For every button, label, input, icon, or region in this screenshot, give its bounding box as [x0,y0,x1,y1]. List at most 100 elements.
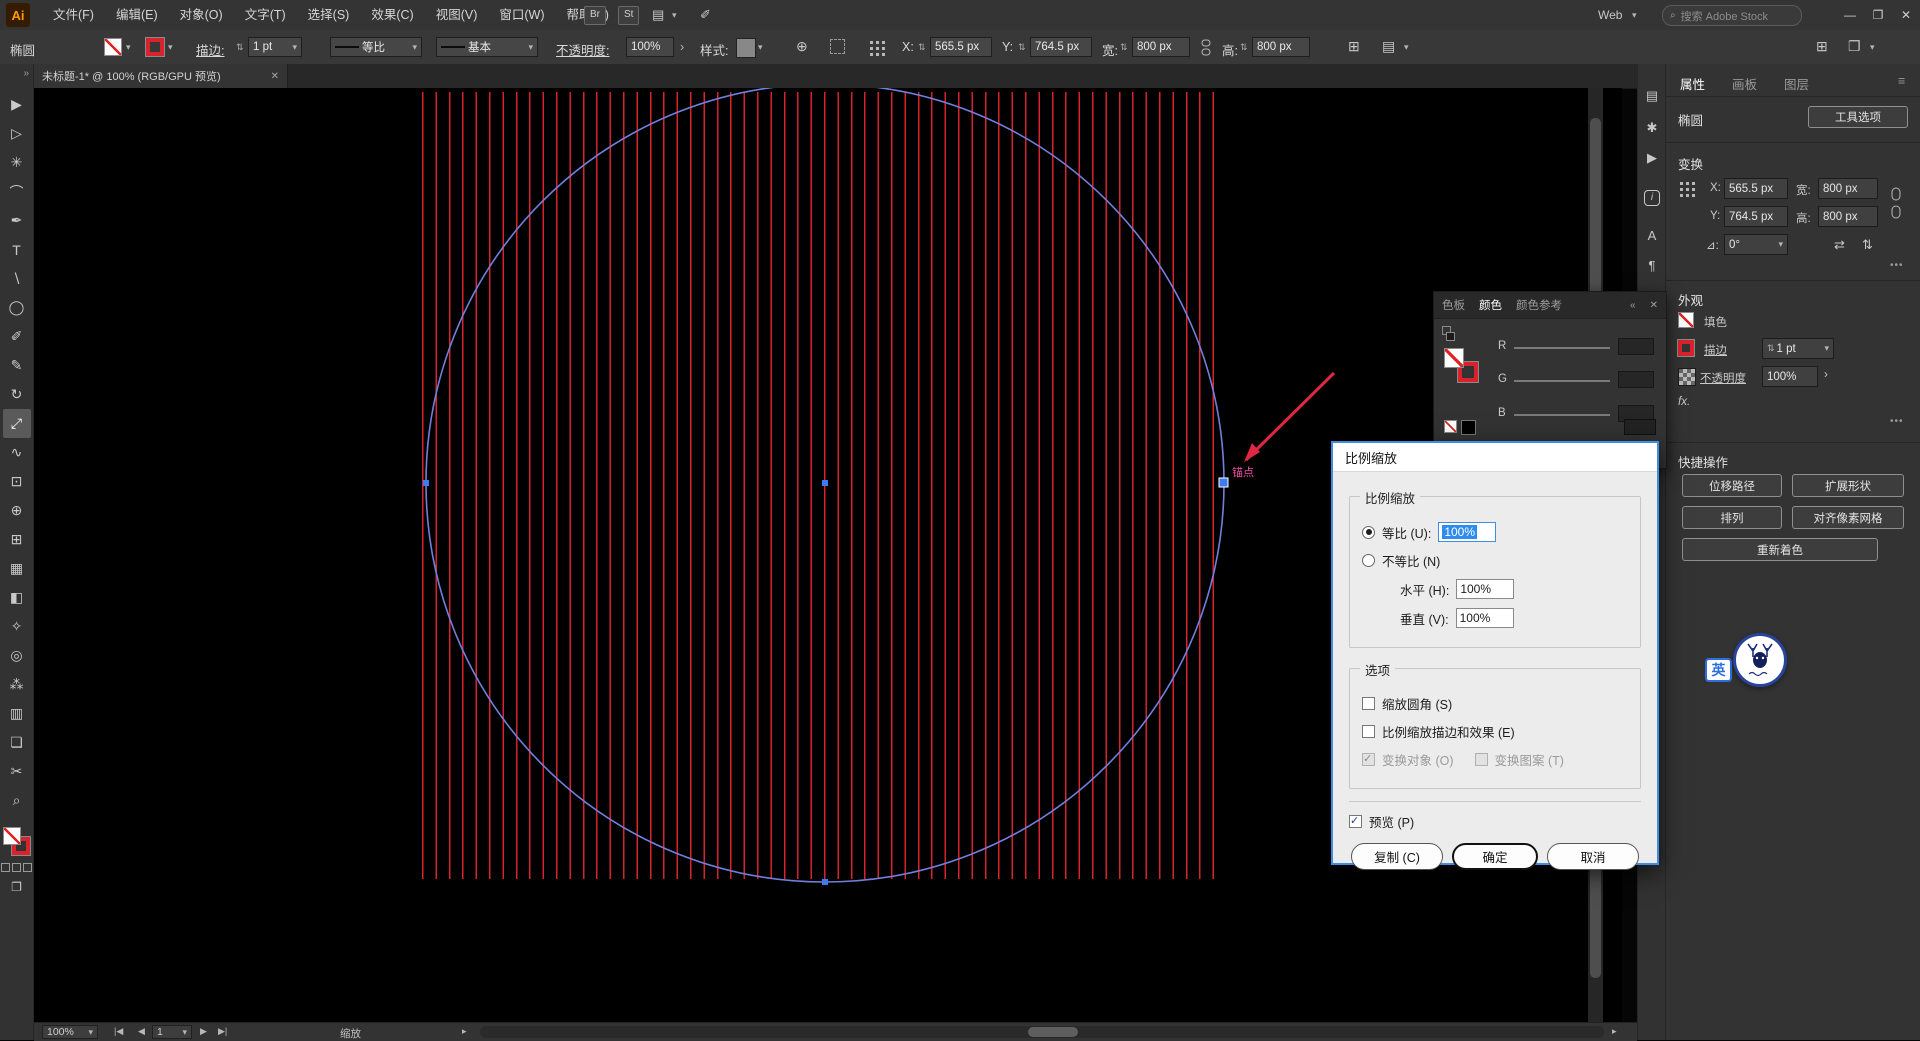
tab-color-guide[interactable]: 颜色参考 [1516,297,1562,313]
menu-window[interactable]: 窗口(W) [488,0,555,30]
opacity-field[interactable]: 100% [626,37,674,57]
line-segment-tool[interactable]: ∖ [3,264,31,293]
workspace-switcher[interactable]: Web [1598,0,1622,30]
direct-selection-tool[interactable]: ▷ [3,119,31,148]
menu-effect[interactable]: 效果(C) [360,0,424,30]
anchor-point-left[interactable] [423,480,429,486]
width-stepper-icon[interactable]: ⇅ [1120,42,1127,53]
tab-layers[interactable]: 图层 [1784,74,1809,93]
y-stepper-icon[interactable]: ⇅ [1018,42,1025,53]
panel-icon-gear[interactable]: ✱ [1638,120,1666,136]
fill-stroke-indicator[interactable] [2,825,32,857]
tab-color[interactable]: 颜色 [1479,297,1502,313]
menu-file[interactable]: 文件(F) [42,0,105,30]
flip-horizontal-icon[interactable]: ⇄ [1834,237,1845,253]
horizontal-scrollbar-thumb[interactable] [1028,1027,1078,1037]
preview-checkbox[interactable] [1349,815,1362,828]
arrange-documents-icon[interactable]: ▤ [652,0,664,30]
workspace-layout-icon[interactable]: ❐ [1848,38,1861,55]
transform-menu-caret-icon[interactable]: ▾ [1404,42,1409,53]
first-artboard-icon[interactable]: |◀ [114,1026,123,1037]
arrange-windows-icon[interactable]: ⊞ [1816,38,1828,55]
drawing-modes[interactable] [1,863,32,872]
ellipse-tool[interactable]: ◯ [3,293,31,322]
panel-close-icon[interactable]: ✕ [1650,300,1658,311]
copy-button[interactable]: 复制 (C) [1351,843,1443,870]
screen-mode-icon[interactable]: ❐ [11,880,22,894]
prop-x-field[interactable]: 565.5 px [1724,178,1788,199]
ok-button[interactable]: 确定 [1452,843,1538,870]
stock-search-input[interactable]: ⌕ 搜索 Adobe Stock [1662,5,1802,26]
tab-swatches[interactable]: 色板 [1442,297,1465,313]
scale-corners-checkbox[interactable] [1362,697,1375,710]
free-transform-tool[interactable]: ⊡ [3,467,31,496]
maximize-button[interactable]: ❐ [1864,0,1892,30]
stroke-weight-label[interactable]: 描边: [196,40,224,59]
menu-select[interactable]: 选择(S) [297,0,361,30]
cancel-button[interactable]: 取消 [1547,843,1639,870]
horizontal-input[interactable]: 100% [1456,579,1514,599]
channel-g-slider[interactable] [1514,380,1610,382]
panel-icon-actions[interactable]: ▶ [1638,150,1666,166]
recolor-button[interactable]: 重新着色 [1682,538,1878,561]
anchor-point-right-selected[interactable] [1219,478,1228,487]
arrange-button[interactable]: 排列 [1682,506,1782,529]
expand-shape-button[interactable]: 扩展形状 [1792,474,1904,497]
symbol-sprayer-tool[interactable]: ⁂ [3,670,31,699]
appearance-fill-swatch[interactable] [1678,312,1694,328]
scroll-right-icon[interactable]: ▸ [1612,1026,1617,1037]
stroke-stepper-icon[interactable]: ⇅ [236,42,243,53]
shaper-icon[interactable]: ⊕ [796,38,808,55]
brush-definition-dropdown[interactable]: 基本 ▾ [436,37,538,57]
stroke-weight-field[interactable]: 1 pt ▾ [248,37,302,57]
artboard-tool[interactable]: ❏ [3,728,31,757]
fill-caret-icon[interactable]: ▾ [126,42,131,53]
minimize-button[interactable]: — [1836,0,1864,30]
ime-indicator[interactable]: 英 [1705,658,1732,682]
scale-tool[interactable]: ⤢ [3,409,31,438]
prop-height-field[interactable]: 800 px [1818,206,1878,227]
magic-wand-tool[interactable]: ✳ [3,148,31,177]
color-fill-swatch[interactable] [1444,348,1464,368]
lasso-tool[interactable]: ⌒ [3,177,31,206]
prop-y-field[interactable]: 764.5 px [1724,206,1788,227]
perspective-grid-tool[interactable]: ⊞ [3,525,31,554]
black-swatch[interactable] [1461,420,1476,435]
none-swatch[interactable] [1444,420,1457,433]
height-field[interactable]: 800 px [1252,37,1310,57]
panel-collapse-icon[interactable]: « [1630,300,1636,311]
scale-strokes-checkbox[interactable] [1362,725,1375,738]
rotate-tool[interactable]: ↻ [3,380,31,409]
menu-object[interactable]: 对象(O) [169,0,234,30]
reference-point-icon[interactable] [868,39,886,57]
paintbrush-tool[interactable]: ✐ [3,322,31,351]
document-close-icon[interactable]: ✕ [271,71,279,82]
channel-r-slider[interactable] [1514,347,1610,349]
appearance-more-icon[interactable]: ••• [1890,416,1904,427]
transform-more-icon[interactable]: ••• [1890,260,1904,271]
menu-type[interactable]: 文字(T) [234,0,297,30]
panel-icon-character[interactable]: A [1638,228,1666,243]
blend-tool[interactable]: ◎ [3,641,31,670]
opacity-label[interactable]: 不透明度: [556,40,609,59]
column-graph-tool[interactable]: ▥ [3,699,31,728]
prop-width-field[interactable]: 800 px [1818,178,1878,199]
type-tool[interactable]: T [3,235,31,264]
brush-icon[interactable]: ✐ [700,0,711,30]
opacity-chevron2-icon[interactable]: › [1824,369,1828,381]
zoom-dropdown[interactable]: 100% ▾ [42,1025,98,1039]
y-field[interactable]: 764.5 px [1030,37,1092,57]
channel-r-value[interactable] [1618,338,1654,355]
x-stepper-icon[interactable]: ⇅ [918,42,925,53]
workspace-layout-caret-icon[interactable]: ▾ [1870,42,1875,53]
appearance-stroke-swatch[interactable] [1678,340,1694,356]
spectrum-swatch[interactable] [1624,419,1656,435]
uniform-radio[interactable] [1362,526,1375,539]
document-tab[interactable]: 未标题-1* @ 100% (RGB/GPU 预览) ✕ [34,64,288,88]
appearance-stroke-field[interactable]: ⇅ 1 pt ▾ [1762,338,1834,359]
appearance-opacity-field[interactable]: 100% [1762,366,1818,387]
eyedropper-tool[interactable]: ✧ [3,612,31,641]
mesh-tool[interactable]: ▦ [3,554,31,583]
nonuniform-radio[interactable] [1362,554,1375,567]
panel-icon-info[interactable]: i [1638,188,1666,206]
